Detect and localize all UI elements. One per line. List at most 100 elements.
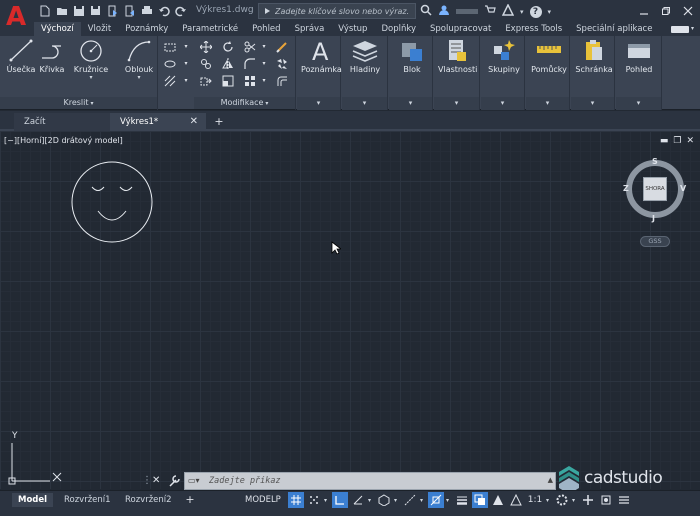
ribbon-minimize-toggle[interactable]: ▾ <box>664 22 700 36</box>
trim-dropdown-icon[interactable]: ▾ <box>256 40 272 53</box>
wrench-icon[interactable] <box>168 474 180 488</box>
object-snap-icon[interactable] <box>428 492 444 508</box>
panel-block[interactable]: Blok ▾ <box>389 36 433 110</box>
open-folder-icon[interactable] <box>55 4 69 18</box>
annotation-monitor-icon[interactable] <box>580 492 596 508</box>
circle-dropdown-icon[interactable]: ▾ <box>72 74 110 82</box>
new-tab-plus-icon[interactable]: + <box>212 115 226 129</box>
tab-start[interactable]: Začít <box>14 113 110 131</box>
new-file-icon[interactable] <box>38 4 52 18</box>
command-history-icon[interactable]: ▲ <box>548 476 553 484</box>
compass-east[interactable]: V <box>680 184 686 193</box>
tab-addins[interactable]: Doplňky <box>374 22 423 36</box>
tracking-dropdown-icon[interactable]: ▾ <box>420 497 426 504</box>
command-prompt-icon[interactable]: ▭▾ <box>188 476 204 487</box>
annotation-expand-icon[interactable]: ▾ <box>297 97 340 110</box>
isolate-objects-icon[interactable] <box>598 492 614 508</box>
panel-layers[interactable]: Hladiny ▾ <box>342 36 388 110</box>
compass-west[interactable]: Z <box>623 184 629 193</box>
application-menu-button[interactable]: A <box>0 0 34 38</box>
tab-home[interactable]: Výchozí <box>34 22 81 36</box>
panel-utilities[interactable]: Pomůcky ▾ <box>526 36 570 110</box>
panel-annotation[interactable]: A Poznámka ▾ <box>297 36 342 110</box>
rotate-icon[interactable] <box>220 40 236 53</box>
redo-icon[interactable] <box>174 4 188 18</box>
panel-clipboard[interactable]: Schránka ▾ <box>571 36 615 110</box>
circle-tool[interactable]: Kružnice ▾ <box>72 38 110 82</box>
isometric-icon[interactable] <box>376 492 392 508</box>
wcs-menu-button[interactable]: GSS <box>640 236 670 247</box>
model-space-toggle[interactable]: MODELP <box>245 495 281 505</box>
undo-icon[interactable] <box>157 4 171 18</box>
hatch-dropdown-icon[interactable]: ▾ <box>178 74 194 87</box>
clipboard-tool[interactable]: Schránka <box>575 38 613 74</box>
layout-tab-1[interactable]: Rozvržení1 <box>58 493 117 507</box>
restore-icon[interactable] <box>658 3 674 18</box>
command-input[interactable] <box>209 474 545 488</box>
annotation-scale-dropdown-icon[interactable]: ▾ <box>546 497 552 504</box>
view-expand-icon[interactable]: ▾ <box>616 97 661 110</box>
annotation-visibility-icon[interactable] <box>490 492 506 508</box>
tab-close-icon[interactable]: ✕ <box>190 113 198 131</box>
search-box[interactable] <box>258 3 416 19</box>
isometric-dropdown-icon[interactable]: ▾ <box>394 497 400 504</box>
tab-manage[interactable]: Správa <box>288 22 332 36</box>
cart-icon[interactable] <box>484 4 496 19</box>
workspace-dropdown-icon[interactable]: ▾ <box>572 497 578 504</box>
help-dropdown-icon[interactable]: ▾ <box>548 8 552 16</box>
panel-view[interactable]: Pohled ▾ <box>616 36 662 110</box>
close-icon[interactable] <box>680 3 696 18</box>
osnap-dropdown-icon[interactable]: ▾ <box>446 497 452 504</box>
viewcube[interactable]: S J V Z SHORA <box>622 154 688 234</box>
ellipse-dropdown-icon[interactable]: ▾ <box>178 57 194 70</box>
modify-panel-title[interactable]: Modifikace ▾ <box>194 97 295 109</box>
tab-output[interactable]: Výstup <box>331 22 374 36</box>
save-icon[interactable] <box>72 4 86 18</box>
ellipse-icon[interactable] <box>162 57 178 70</box>
draw-panel-title[interactable]: Kreslit ▾ <box>0 97 157 109</box>
fillet-dropdown-icon[interactable]: ▾ <box>256 57 272 70</box>
search-icon[interactable] <box>420 4 432 19</box>
minimize-icon[interactable] <box>636 3 652 18</box>
tab-drawing1[interactable]: Výkres1* ✕ <box>110 113 206 131</box>
save-web-icon[interactable] <box>123 4 137 18</box>
search-input[interactable] <box>259 4 415 18</box>
command-line-close-icon[interactable]: ✕ <box>152 474 162 488</box>
explode-icon[interactable] <box>274 57 290 70</box>
groups-expand-icon[interactable]: ▾ <box>481 97 524 110</box>
stretch-icon[interactable] <box>198 74 214 87</box>
properties-tool[interactable]: Vlastnosti <box>438 38 477 74</box>
annotation-scale[interactable]: 1:1 <box>526 492 544 508</box>
help-icon[interactable]: ? <box>529 5 542 18</box>
workspace-gear-icon[interactable] <box>554 492 570 508</box>
compass-north[interactable]: S <box>652 157 658 166</box>
lineweight-icon[interactable] <box>454 492 470 508</box>
groups-tool[interactable]: Skupiny <box>485 38 523 74</box>
view-tool[interactable]: Pohled <box>620 38 658 74</box>
move-icon[interactable] <box>198 40 214 53</box>
utilities-expand-icon[interactable]: ▾ <box>526 97 569 110</box>
customization-menu-icon[interactable] <box>616 492 632 508</box>
selection-cycling-icon[interactable] <box>472 492 488 508</box>
clipboard-expand-icon[interactable]: ▾ <box>571 97 614 110</box>
scale-icon[interactable] <box>220 74 236 87</box>
tab-insert[interactable]: Vložit <box>81 22 119 36</box>
offset-icon[interactable] <box>274 74 290 87</box>
hatch-icon[interactable] <box>162 74 178 87</box>
layout-tab-2[interactable]: Rozvržení2 <box>119 493 178 507</box>
snap-dropdown-icon[interactable]: ▾ <box>324 497 330 504</box>
text-tool[interactable]: A Poznámka <box>301 38 342 74</box>
arc-tool[interactable]: Oblouk ▾ <box>120 38 158 82</box>
layout-tab-model[interactable]: Model <box>12 493 54 507</box>
array-dropdown-icon[interactable]: ▾ <box>256 74 272 87</box>
auto-scale-icon[interactable] <box>508 492 524 508</box>
drawing-area[interactable]: [−][Horní][2D drátový model] ▬ ❐ ✕ S J V… <box>0 131 700 494</box>
arc-dropdown-icon[interactable]: ▾ <box>120 74 158 82</box>
layers-tool[interactable]: Hladiny <box>346 38 384 74</box>
tab-featured-apps[interactable]: Speciální aplikace <box>569 22 659 36</box>
command-input-box[interactable]: ▭▾ ▲ <box>184 472 556 490</box>
tab-annotate[interactable]: Poznámky <box>118 22 175 36</box>
utilities-tool[interactable]: Pomůcky <box>530 38 568 74</box>
exchange-icon[interactable] <box>501 3 515 19</box>
tab-parametric[interactable]: Parametrické <box>175 22 245 36</box>
